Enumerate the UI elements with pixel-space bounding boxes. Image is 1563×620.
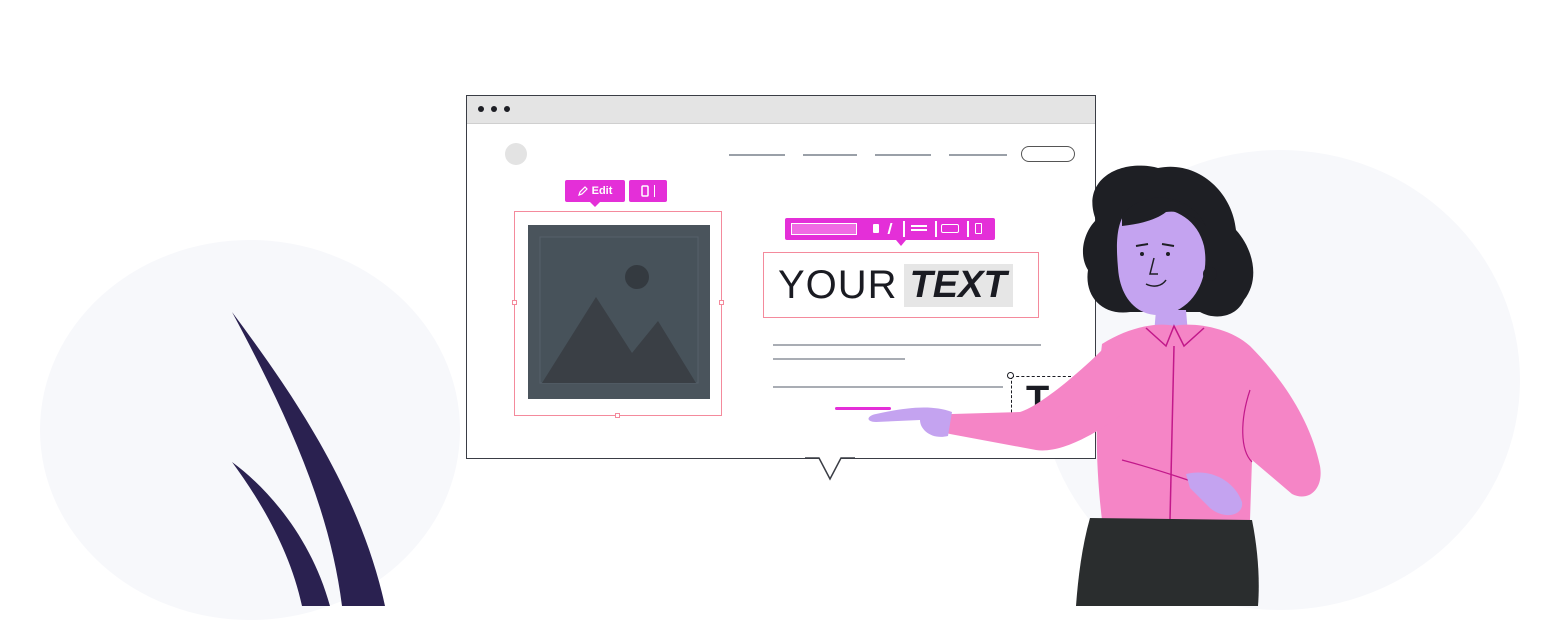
resize-handle — [615, 413, 620, 418]
toolbar-pointer — [590, 202, 600, 207]
window-titlebar — [467, 96, 1095, 124]
window-dot-icon — [491, 106, 497, 112]
image-copy-toolbar — [629, 180, 667, 202]
woman-illustration — [840, 150, 1340, 606]
pencil-icon — [577, 186, 588, 196]
window-dot-icon — [504, 106, 510, 112]
image-selection-frame — [512, 211, 724, 418]
toolbar-divider — [653, 185, 656, 197]
copy-icon — [641, 185, 649, 197]
resize-handle — [512, 300, 517, 305]
edit-label: Edit — [591, 185, 613, 197]
window-dot-icon — [478, 106, 484, 112]
plant-illustration — [220, 300, 410, 606]
nav-link-placeholder — [729, 154, 785, 156]
image-placeholder-icon — [528, 225, 710, 399]
resize-handle — [719, 300, 724, 305]
site-logo-placeholder — [505, 143, 527, 165]
image-edit-toolbar: Edit — [565, 180, 625, 202]
